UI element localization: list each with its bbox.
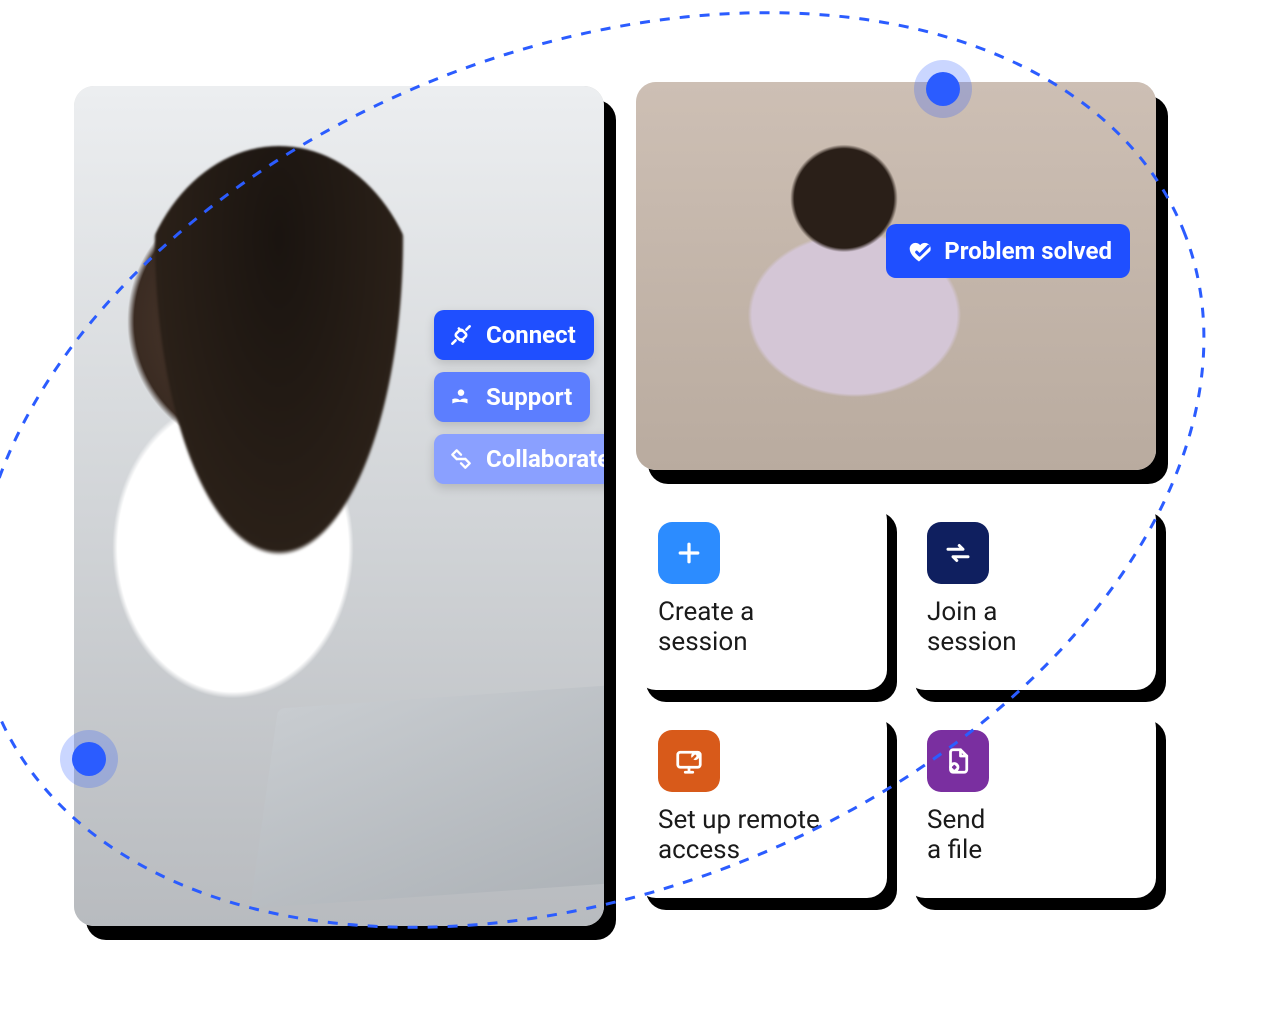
card-label: Create asession: [658, 598, 865, 658]
card-label: Set up remoteaccess: [658, 806, 865, 866]
badge-label: Problem solved: [944, 237, 1112, 265]
badge-label: Support: [486, 383, 572, 411]
monitor-share-icon: [658, 730, 720, 792]
badge-problem-solved: Problem solved: [886, 224, 1130, 278]
orbit-dot-top: [926, 72, 960, 106]
hero-image-right: Problem solved: [636, 82, 1156, 470]
card-label: Senda file: [927, 806, 1134, 866]
support-hands-icon: [446, 382, 476, 412]
hero-image-left: Connect Support Collaborate: [74, 86, 604, 926]
card-create-session[interactable]: Create asession: [636, 500, 887, 690]
badge-support: Support: [434, 372, 590, 422]
heart-check-icon: [904, 236, 934, 266]
action-card-grid: Create asession Join asession Set up rem…: [636, 500, 1156, 898]
handshake-icon: [446, 444, 476, 474]
file-send-icon: [927, 730, 989, 792]
card-send-file[interactable]: Senda file: [905, 708, 1156, 898]
card-label: Join asession: [927, 598, 1134, 658]
badge-connect: Connect: [434, 310, 594, 360]
badge-label: Connect: [486, 321, 576, 349]
plug-icon: [446, 320, 476, 350]
card-join-session[interactable]: Join asession: [905, 500, 1156, 690]
card-remote-access[interactable]: Set up remoteaccess: [636, 708, 887, 898]
badge-label: Collaborate: [486, 445, 604, 473]
badge-stack: Connect Support Collaborate: [434, 310, 604, 484]
swap-arrows-icon: [927, 522, 989, 584]
badge-collaborate: Collaborate: [434, 434, 604, 484]
orbit-dot-bottom: [72, 742, 106, 776]
plus-icon: [658, 522, 720, 584]
